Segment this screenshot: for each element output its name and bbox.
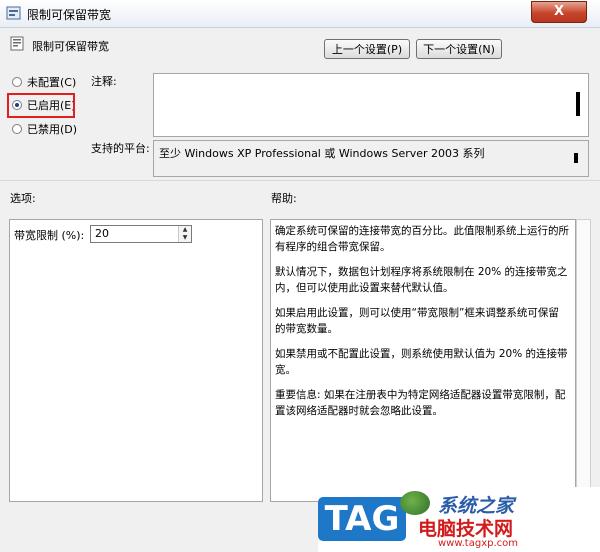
radio-label: 已禁用(D) <box>27 123 78 136</box>
spin-down-icon[interactable]: ▼ <box>179 234 191 242</box>
radio-not-configured[interactable]: 未配置(C) <box>12 74 76 90</box>
platform-value: 至少 Windows XP Professional 或 Windows Ser… <box>159 147 485 160</box>
radio-label: 未配置(C) <box>27 76 77 89</box>
setting-title: 限制可保留带宽 <box>32 40 109 53</box>
globe-icon <box>400 491 430 515</box>
help-panel: 确定系统可保留的连接带宽的百分比。此值限制系统上运行的所有程序的组合带宽保留。 … <box>270 219 576 502</box>
help-scrollbar[interactable] <box>576 219 591 502</box>
help-paragraph: 默认情况下，数据包计划程序将系统限制在 20% 的连接带宽之内，但可以使用此设置… <box>275 266 568 294</box>
policy-icon <box>6 6 21 20</box>
options-label: 选项: <box>10 192 36 205</box>
comment-textarea[interactable] <box>153 73 589 137</box>
scrollbar-thumb[interactable] <box>574 153 578 163</box>
help-label: 帮助: <box>271 192 297 205</box>
window-title: 限制可保留带宽 <box>27 8 112 22</box>
radio-disabled[interactable]: 已禁用(D) <box>12 121 77 137</box>
watermark-badge: TAG <box>318 497 406 541</box>
watermark: TAG 系统之家 电脑技术网 www.tagxp.com <box>318 487 600 552</box>
scrollbar-thumb[interactable] <box>576 92 580 116</box>
spin-buttons: ▲ ▼ <box>178 226 191 242</box>
platform-label: 支持的平台: <box>91 142 150 155</box>
next-setting-button[interactable]: 下一个设置(N) <box>416 39 502 59</box>
bandwidth-value: 20 <box>95 227 109 240</box>
title-bar: 限制可保留带宽 X <box>0 0 600 28</box>
radio-circle[interactable] <box>12 124 22 134</box>
bandwidth-label: 带宽限制 (%): <box>14 229 85 242</box>
help-paragraph: 确定系统可保留的连接带宽的百分比。此值限制系统上运行的所有程序的组合带宽保留。 <box>275 225 569 253</box>
help-paragraph: 如果启用此设置，则可以使用“带宽限制”框来调整系统可保留的带宽数量。 <box>275 307 559 335</box>
options-panel: 带宽限制 (%): 20 ▲ ▼ <box>9 219 263 502</box>
previous-setting-button[interactable]: 上一个设置(P) <box>324 39 410 59</box>
bandwidth-spinbox[interactable]: 20 ▲ ▼ <box>90 225 192 243</box>
setting-icon <box>10 36 24 51</box>
watermark-mid-text: 电脑技术网 <box>418 518 514 540</box>
platform-field: 至少 Windows XP Professional 或 Windows Ser… <box>153 140 589 177</box>
divider <box>0 180 600 181</box>
close-button[interactable]: X <box>531 1 587 23</box>
help-paragraph: 重要信息: 如果在注册表中为特定网络适配器设置带宽限制，配置该网络适配器时就会忽… <box>275 389 566 417</box>
highlight-annotation <box>7 93 75 118</box>
help-paragraph: 如果禁用或不配置此设置，则系统使用默认值为 20% 的连接带宽。 <box>275 348 568 376</box>
watermark-url: www.tagxp.com <box>438 538 518 549</box>
spin-up-icon[interactable]: ▲ <box>179 226 191 234</box>
radio-circle[interactable] <box>12 77 22 87</box>
comment-label: 注释: <box>91 75 117 88</box>
